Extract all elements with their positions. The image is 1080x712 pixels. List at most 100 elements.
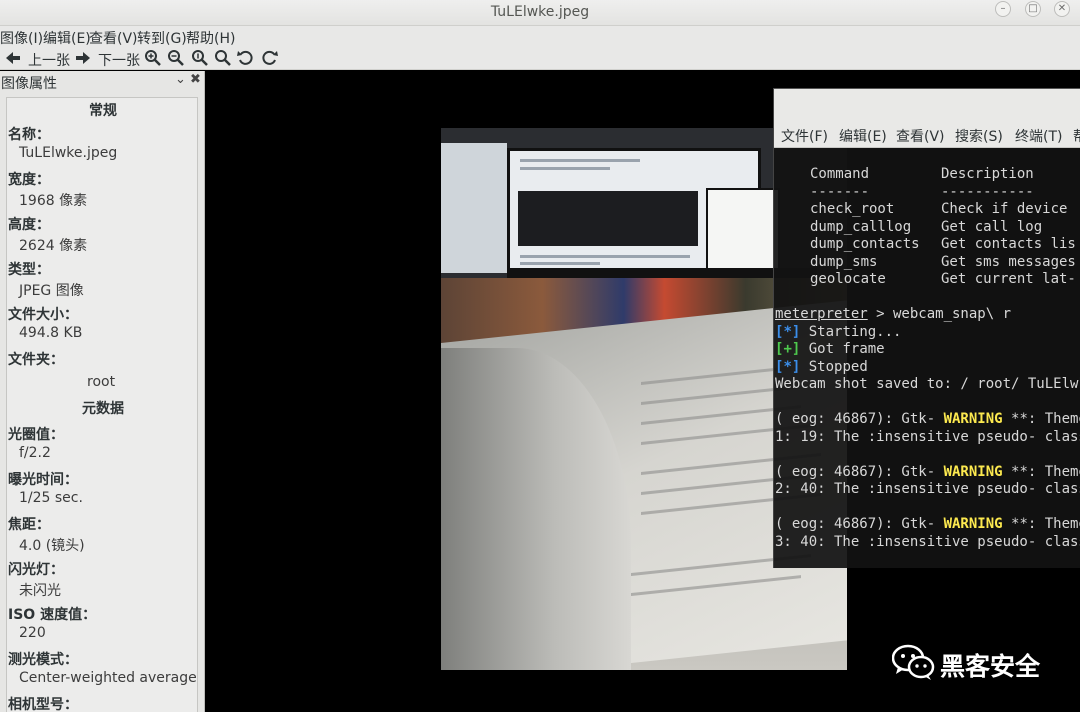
- prop-key: 名称：: [8, 127, 50, 143]
- general-header: 常规: [89, 103, 117, 119]
- status-mark: *: [783, 324, 792, 340]
- prop-key: 高度：: [8, 217, 50, 233]
- meta-value: Center-weighted average: [19, 670, 197, 686]
- warning-source: ( eog: 46867): Gtk-: [775, 464, 944, 480]
- terminal-menu-view[interactable]: 查看(V): [896, 126, 945, 146]
- zoom-out-icon[interactable]: [167, 49, 185, 67]
- zoom-in-icon[interactable]: [144, 49, 162, 67]
- meta-value: f/2.2: [19, 445, 51, 461]
- status-mark: *: [783, 359, 792, 375]
- next-button[interactable]: 下一张: [98, 50, 140, 70]
- meta-key: 焦距：: [8, 517, 50, 533]
- menu-image[interactable]: 图像(I): [0, 28, 43, 48]
- command-name: dump_contacts: [810, 236, 920, 252]
- status-text: Starting...: [800, 324, 902, 340]
- photo-webcam-preview: [706, 188, 780, 270]
- command-name: dump_sms: [810, 254, 878, 270]
- terminal-window[interactable]: 文件(F) 编辑(E) 查看(V) 搜索(S) 终端(T) 帮 Command …: [773, 88, 1080, 568]
- terminal-menu-terminal[interactable]: 终端(T): [1015, 126, 1062, 146]
- menu-view[interactable]: 查看(V): [89, 28, 138, 48]
- terminal-output[interactable]: Command Description ------- ----------- …: [774, 148, 1080, 569]
- sidebar-title: 图像属性: [1, 76, 57, 92]
- close-window-icon[interactable]: ✕: [1054, 1, 1070, 17]
- meta-key: 曝光时间：: [8, 472, 78, 488]
- warning-detail: 2: 40: The :insensitive pseudo- class: [775, 481, 1080, 497]
- folder-link[interactable]: root: [87, 374, 115, 390]
- warning-line: ( eog: 46867): Gtk- WARNING **: Theme: [775, 464, 1080, 482]
- col-dashes: -----------: [941, 184, 1034, 200]
- prop-key: 文件夹：: [8, 352, 64, 368]
- status-line: [*] Stopped: [775, 359, 868, 375]
- photo-left-screen: [441, 143, 507, 273]
- command-desc: Get contacts lis: [941, 236, 1076, 252]
- prop-value: 2624 像素: [19, 238, 88, 254]
- terminal-menu-file[interactable]: 文件(F): [781, 126, 828, 146]
- sidebar-header: 图像属性 ⌄ ✖: [0, 71, 205, 92]
- chevron-down-icon[interactable]: ⌄: [175, 72, 186, 87]
- meta-key: 测光模式：: [8, 652, 78, 668]
- status-mark: +: [783, 341, 792, 357]
- prompt-label: meterpreter: [775, 306, 868, 322]
- col-header-command: Command: [810, 166, 870, 182]
- arrow-right-icon[interactable]: [74, 49, 92, 67]
- meta-key: ISO 速度值：: [8, 607, 97, 623]
- col-header-description: Description: [941, 166, 1034, 182]
- terminal-menu-help[interactable]: 帮: [1073, 126, 1080, 146]
- warning-label: WARNING: [943, 464, 1003, 480]
- prop-key: 文件大小：: [8, 307, 78, 323]
- prop-key: 宽度：: [8, 172, 50, 188]
- maximize-icon[interactable]: □: [1025, 1, 1041, 17]
- status-text: Got frame: [800, 341, 885, 357]
- prop-value: TuLElwke.jpeg: [19, 145, 118, 161]
- command-desc: Check if device: [941, 201, 1068, 217]
- menu-edit[interactable]: 编辑(E): [43, 28, 91, 48]
- prompt-command: > webcam_snap\ r: [867, 306, 1012, 322]
- properties-panel: 常规 名称： TuLElwke.jpeg 宽度： 1968 像素 高度： 262…: [6, 97, 198, 712]
- meta-key: 光圈值：: [8, 427, 64, 443]
- rotate-right-icon[interactable]: [260, 49, 278, 67]
- sidebar: 图像属性 ⌄ ✖ 常规 名称： TuLElwke.jpeg 宽度： 1968 像…: [0, 71, 205, 712]
- terminal-menu-search[interactable]: 搜索(S): [955, 126, 1003, 146]
- wechat-icon: [891, 644, 935, 680]
- terminal-menu-edit[interactable]: 编辑(E): [839, 126, 887, 146]
- close-icon[interactable]: ✖: [190, 72, 201, 87]
- prop-value: 494.8 KB: [19, 325, 83, 341]
- terminal-titlebar: [774, 89, 1080, 120]
- warning-text: **: Theme: [1002, 516, 1080, 532]
- warning-detail: 3: 40: The :insensitive pseudo- class: [775, 534, 1080, 550]
- minimize-icon[interactable]: –: [995, 1, 1011, 17]
- photo-taskbar: [507, 268, 817, 278]
- warning-text: **: Theme: [1002, 464, 1080, 480]
- warning-source: ( eog: 46867): Gtk-: [775, 411, 944, 427]
- meta-key: 相机型号：: [8, 697, 78, 712]
- command-desc: Get sms messages: [941, 254, 1076, 270]
- warning-detail: 1: 19: The :insensitive pseudo- class: [775, 429, 1080, 445]
- command-desc: Get call log: [941, 219, 1043, 235]
- zoom-fit-icon[interactable]: [214, 49, 232, 67]
- metadata-header: 元数据: [82, 401, 124, 417]
- menu-goto[interactable]: 转到(G): [137, 28, 187, 48]
- status-line: [*] Starting...: [775, 324, 902, 340]
- meta-key: 闪光灯：: [8, 562, 64, 578]
- prop-value: JPEG 图像: [19, 283, 84, 299]
- menubar: 图像(I) 编辑(E) 查看(V) 转到(G) 帮助(H): [0, 26, 1080, 48]
- prop-key: 类型：: [8, 262, 50, 278]
- meta-value: 1/25 sec.: [19, 490, 83, 506]
- warning-text: **: Theme: [1002, 411, 1080, 427]
- arrow-left-icon[interactable]: [4, 49, 22, 67]
- watermark: 黑客安全: [891, 643, 1040, 683]
- warning-source: ( eog: 46867): Gtk-: [775, 516, 944, 532]
- prev-button[interactable]: 上一张: [28, 50, 70, 70]
- warning-line: ( eog: 46867): Gtk- WARNING **: Theme: [775, 516, 1080, 534]
- saved-line: Webcam shot saved to: / root/ TuLElwk: [775, 376, 1080, 392]
- command-desc: Get current lat-: [941, 271, 1076, 287]
- meta-value: 未闪光: [19, 583, 61, 599]
- command-name: geolocate: [810, 271, 886, 287]
- warning-label: WARNING: [943, 411, 1003, 427]
- warning-line: ( eog: 46867): Gtk- WARNING **: Theme: [775, 411, 1080, 429]
- menu-help[interactable]: 帮助(H): [186, 28, 235, 48]
- toolbar: 上一张 下一张: [0, 48, 1080, 70]
- command-name: check_root: [810, 201, 895, 217]
- zoom-normal-icon[interactable]: [191, 49, 209, 67]
- rotate-left-icon[interactable]: [237, 49, 255, 67]
